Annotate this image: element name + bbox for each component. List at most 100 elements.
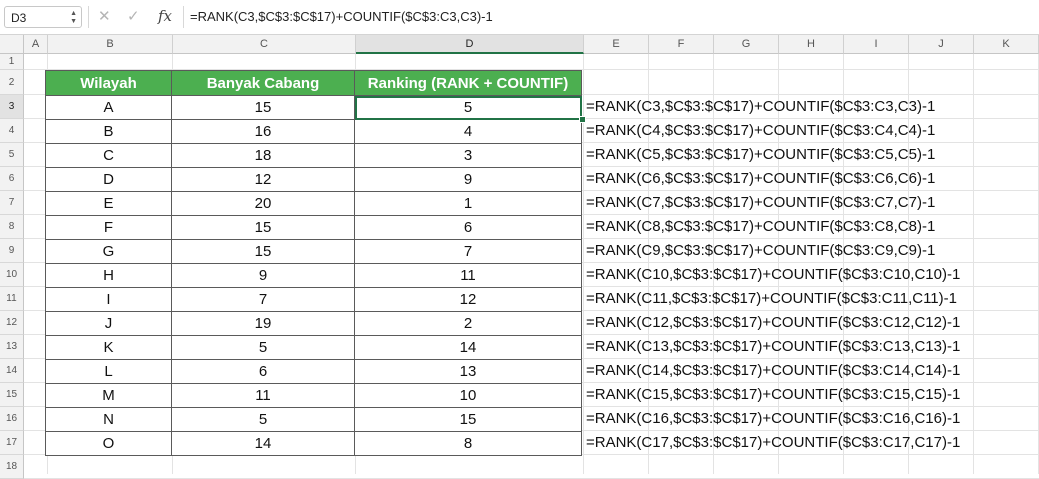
cell-ranking[interactable]: 10 [354, 383, 582, 408]
column-header-i[interactable]: I [844, 35, 909, 54]
formula-text-cell[interactable]: =RANK(C10,$C$3:$C$17)+COUNTIF($C$3:C10,C… [586, 263, 960, 287]
column-header-c[interactable]: C [173, 35, 356, 54]
cell-ranking[interactable]: 6 [354, 215, 582, 240]
row-header-2[interactable]: 2 [0, 70, 24, 95]
cell-wilayah[interactable]: A [45, 95, 172, 120]
header-wilayah[interactable]: Wilayah [45, 70, 172, 96]
row-header-16[interactable]: 16 [0, 407, 24, 431]
cell-wilayah[interactable]: D [45, 167, 172, 192]
formula-text-cell[interactable]: =RANK(C5,$C$3:$C$17)+COUNTIF($C$3:C5,C5)… [586, 143, 935, 167]
row-header-10[interactable]: 10 [0, 263, 24, 287]
cell-ranking[interactable]: 7 [354, 239, 582, 264]
header-banyak-cabang[interactable]: Banyak Cabang [171, 70, 355, 96]
cell-banyak-cabang[interactable]: 12 [171, 167, 355, 192]
cell-wilayah[interactable]: G [45, 239, 172, 264]
cell-banyak-cabang[interactable]: 14 [171, 431, 355, 456]
row-header-9[interactable]: 9 [0, 239, 24, 263]
row-header-14[interactable]: 14 [0, 359, 24, 383]
name-box[interactable]: D3 ▲ ▼ [4, 6, 82, 28]
row-header-15[interactable]: 15 [0, 383, 24, 407]
row-header-18[interactable]: 18 [0, 455, 24, 479]
formula-text-cell[interactable]: =RANK(C3,$C$3:$C$17)+COUNTIF($C$3:C3,C3)… [586, 95, 935, 119]
cell-banyak-cabang[interactable]: 5 [171, 407, 355, 432]
row-header-17[interactable]: 17 [0, 431, 24, 455]
cell-ranking[interactable]: 11 [354, 263, 582, 288]
column-header-j[interactable]: J [909, 35, 974, 54]
cell-wilayah[interactable]: I [45, 287, 172, 312]
cell-wilayah[interactable]: O [45, 431, 172, 456]
cancel-icon[interactable]: ✕ [98, 8, 111, 26]
column-header-d[interactable]: D [356, 35, 584, 54]
cell-ranking[interactable]: 8 [354, 431, 582, 456]
name-box-stepper-icon[interactable]: ▲ ▼ [70, 10, 77, 26]
formula-input[interactable]: =RANK(C3,$C$3:$C$17)+COUNTIF($C$3:C3,C3)… [190, 9, 493, 25]
cell-wilayah[interactable]: C [45, 143, 172, 168]
header-ranking[interactable]: Ranking (RANK + COUNTIF) [354, 70, 582, 96]
formula-text-cell[interactable]: =RANK(C12,$C$3:$C$17)+COUNTIF($C$3:C12,C… [586, 311, 960, 335]
formula-text-cell[interactable]: =RANK(C11,$C$3:$C$17)+COUNTIF($C$3:C11,C… [586, 287, 957, 311]
column-header-f[interactable]: F [649, 35, 714, 54]
formula-text-cell[interactable]: =RANK(C9,$C$3:$C$17)+COUNTIF($C$3:C9,C9)… [586, 239, 935, 263]
cell-banyak-cabang[interactable]: 9 [171, 263, 355, 288]
cell-banyak-cabang[interactable]: 20 [171, 191, 355, 216]
row-header-5[interactable]: 5 [0, 143, 24, 167]
fill-handle[interactable] [579, 116, 586, 123]
row-header-12[interactable]: 12 [0, 311, 24, 335]
select-all-corner[interactable] [0, 35, 24, 54]
row-header-3[interactable]: 3 [0, 95, 24, 119]
formula-text-cell[interactable]: =RANK(C14,$C$3:$C$17)+COUNTIF($C$3:C14,C… [586, 359, 960, 383]
cell-banyak-cabang[interactable]: 18 [171, 143, 355, 168]
formula-text-cell[interactable]: =RANK(C16,$C$3:$C$17)+COUNTIF($C$3:C16,C… [586, 407, 960, 431]
cell-wilayah[interactable]: E [45, 191, 172, 216]
cell-ranking[interactable]: 9 [354, 167, 582, 192]
cell-ranking[interactable]: 2 [354, 311, 582, 336]
cell-wilayah[interactable]: J [45, 311, 172, 336]
column-header-e[interactable]: E [584, 35, 649, 54]
cell-banyak-cabang[interactable]: 19 [171, 311, 355, 336]
formula-text-cell[interactable]: =RANK(C17,$C$3:$C$17)+COUNTIF($C$3:C17,C… [586, 431, 960, 455]
row-header-11[interactable]: 11 [0, 287, 24, 311]
row-header-4[interactable]: 4 [0, 119, 24, 143]
cell-banyak-cabang[interactable]: 6 [171, 359, 355, 384]
cell-banyak-cabang[interactable]: 15 [171, 95, 355, 120]
function-icon[interactable]: fx [158, 7, 172, 25]
formula-text-cell[interactable]: =RANK(C6,$C$3:$C$17)+COUNTIF($C$3:C6,C6)… [586, 167, 935, 191]
cell-wilayah[interactable]: N [45, 407, 172, 432]
formula-text-cell[interactable]: =RANK(C15,$C$3:$C$17)+COUNTIF($C$3:C15,C… [586, 383, 960, 407]
formula-text-cell[interactable]: =RANK(C13,$C$3:$C$17)+COUNTIF($C$3:C13,C… [586, 335, 960, 359]
cell-banyak-cabang[interactable]: 11 [171, 383, 355, 408]
row-header-1[interactable]: 1 [0, 54, 24, 70]
formula-text-cell[interactable]: =RANK(C4,$C$3:$C$17)+COUNTIF($C$3:C4,C4)… [586, 119, 935, 143]
column-header-b[interactable]: B [48, 35, 173, 54]
cell-ranking[interactable]: 3 [354, 143, 582, 168]
cell-wilayah[interactable]: H [45, 263, 172, 288]
column-header-k[interactable]: K [974, 35, 1039, 54]
cell-wilayah[interactable]: M [45, 383, 172, 408]
cell-ranking[interactable]: 14 [354, 335, 582, 360]
row-header-8[interactable]: 8 [0, 215, 24, 239]
cell-banyak-cabang[interactable]: 16 [171, 119, 355, 144]
enter-icon[interactable]: ✓ [127, 8, 140, 26]
column-header-a[interactable]: A [24, 35, 48, 54]
cell-wilayah[interactable]: B [45, 119, 172, 144]
cell-ranking[interactable]: 12 [354, 287, 582, 312]
cell-wilayah[interactable]: F [45, 215, 172, 240]
cell-ranking[interactable]: 4 [354, 119, 582, 144]
row-header-13[interactable]: 13 [0, 335, 24, 359]
cell-wilayah[interactable]: K [45, 335, 172, 360]
cell-wilayah[interactable]: L [45, 359, 172, 384]
column-header-h[interactable]: H [779, 35, 844, 54]
column-header-g[interactable]: G [714, 35, 779, 54]
cell-ranking[interactable]: 13 [354, 359, 582, 384]
cell-banyak-cabang[interactable]: 15 [171, 239, 355, 264]
formula-text-cell[interactable]: =RANK(C8,$C$3:$C$17)+COUNTIF($C$3:C8,C8)… [586, 215, 935, 239]
cell-banyak-cabang[interactable]: 15 [171, 215, 355, 240]
row-header-7[interactable]: 7 [0, 191, 24, 215]
cell-banyak-cabang[interactable]: 5 [171, 335, 355, 360]
cell-banyak-cabang[interactable]: 7 [171, 287, 355, 312]
cell-ranking[interactable]: 5 [354, 95, 582, 120]
formula-text-cell[interactable]: =RANK(C7,$C$3:$C$17)+COUNTIF($C$3:C7,C7)… [586, 191, 935, 215]
cell-ranking[interactable]: 15 [354, 407, 582, 432]
row-header-6[interactable]: 6 [0, 167, 24, 191]
cell-ranking[interactable]: 1 [354, 191, 582, 216]
